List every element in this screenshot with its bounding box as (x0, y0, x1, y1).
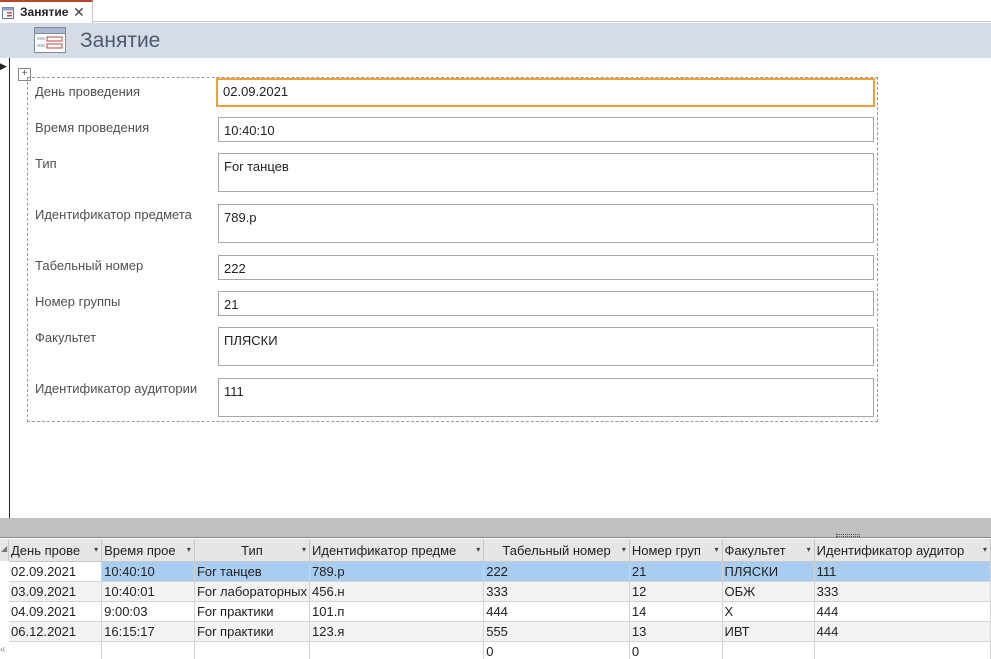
table-cell[interactable]: 789.р (309, 561, 485, 582)
table-cell[interactable]: 444 (814, 621, 991, 642)
vremya-provedeniya-field[interactable]: 10:40:10 (218, 117, 874, 142)
column-header-tabelnyi-nomer[interactable]: Табельный номер ▾ (483, 539, 630, 562)
select-all-corner[interactable]: ◢ (0, 539, 9, 561)
table-row[interactable]: 06.12.2021 16:15:17 For практики 123.я 5… (9, 621, 991, 642)
table-cell[interactable]: 555 (483, 621, 630, 642)
table-cell[interactable]: ОБЖ (722, 581, 815, 602)
table-cell[interactable]: 0 (629, 641, 723, 659)
label-fakultet: Факультет (35, 330, 97, 345)
table-cell[interactable]: 333 (483, 581, 630, 602)
split-form-divider[interactable] (0, 518, 991, 538)
column-header-fakultet[interactable]: Факультет ▾ (722, 539, 815, 562)
column-header-vremya[interactable]: Время прое ▾ (101, 539, 195, 562)
label-tabelnyi-nomer: Табельный номер (35, 258, 144, 273)
nomer-gruppy-field[interactable]: 21 (218, 291, 874, 316)
den-provedeniya-field[interactable]: 02.09.2021 (216, 78, 875, 107)
column-header-identifikator-auditorii[interactable]: Идентификатор аудитор ▾ (814, 539, 991, 562)
table-cell[interactable]: 444 (483, 601, 630, 622)
datasheet-view: ◢ День прове ▾ Время прое ▾ Тип ▾ Идентифик… (0, 539, 991, 659)
tab-label: Занятие (20, 5, 69, 19)
corner-triangle-icon: ◢ (1, 544, 8, 553)
table-cell[interactable]: For лабораторных (194, 581, 311, 602)
table-cell[interactable]: For практики (194, 601, 311, 622)
document-tab-strip: Занятие ✕ (0, 0, 991, 23)
table-cell[interactable]: 21 (629, 561, 723, 582)
table-cell[interactable] (814, 641, 991, 659)
table-cell[interactable]: 333 (814, 581, 991, 602)
label-den-provedeniya: День проведения (35, 84, 141, 99)
close-icon[interactable]: ✕ (73, 4, 85, 20)
tip-field[interactable]: For танцев (218, 153, 874, 192)
table-cell[interactable]: 04.09.2021 (9, 601, 103, 622)
identifikator-auditorii-field[interactable]: 111 (218, 378, 874, 417)
table-cell[interactable] (309, 641, 485, 659)
table-cell[interactable]: 101.п (309, 601, 485, 622)
access-window: Занятие ✕ Занятие ▶ + День проведения 02… (0, 0, 991, 659)
table-row[interactable]: 03.09.2021 10:40:01 For лабораторных 456… (9, 581, 991, 602)
table-cell[interactable]: For танцев (194, 561, 311, 582)
table-cell[interactable]: 10:40:01 (101, 581, 195, 602)
table-cell[interactable] (722, 641, 815, 659)
table-cell[interactable]: For практики (194, 621, 311, 642)
label-vremya-provedeniya: Время проведения (35, 120, 150, 135)
table-cell[interactable]: 9:00:03 (101, 601, 195, 622)
column-header-den[interactable]: День прове ▾ (9, 539, 103, 562)
table-row[interactable]: 02.09.2021 10:40:10 For танцев 789.р 222… (9, 561, 991, 582)
table-cell[interactable] (101, 641, 195, 659)
table-cell[interactable]: 16:15:17 (101, 621, 195, 642)
dropdown-arrow-icon[interactable]: ▾ (187, 545, 191, 554)
dropdown-arrow-icon[interactable]: ▾ (807, 545, 811, 554)
column-header-nomer-gruppy[interactable]: Номер груп ▾ (629, 539, 723, 562)
column-header-tip[interactable]: Тип ▾ (194, 539, 311, 562)
table-cell[interactable]: Х (722, 601, 815, 622)
page-title: Занятие (80, 29, 161, 52)
table-cell[interactable]: 14 (629, 601, 723, 622)
splitter-grip-icon[interactable] (836, 534, 860, 537)
dropdown-arrow-icon[interactable]: ▾ (622, 545, 626, 554)
label-tip: Тип (35, 156, 57, 171)
table-cell[interactable]: 02.09.2021 (9, 561, 103, 582)
dropdown-arrow-icon[interactable]: ▾ (94, 545, 98, 554)
label-nomer-gruppy: Номер группы (35, 294, 121, 309)
tabelnyi-nomer-field[interactable]: 222 (218, 255, 874, 280)
table-cell[interactable]: 10:40:10 (101, 561, 195, 582)
form-icon (34, 27, 66, 53)
dropdown-arrow-icon[interactable]: ▾ (983, 545, 987, 554)
current-record-arrow-icon: ▶ (0, 61, 7, 71)
table-cell[interactable]: 444 (814, 601, 991, 622)
table-cell[interactable]: 0 (483, 641, 630, 659)
dropdown-arrow-icon[interactable]: ▾ (476, 545, 480, 554)
form-icon (2, 7, 14, 19)
tab-zanyatie[interactable]: Занятие ✕ (0, 0, 93, 23)
table-cell[interactable]: 03.09.2021 (9, 581, 103, 602)
table-row[interactable]: 04.09.2021 9:00:03 For практики 101.п 44… (9, 601, 991, 622)
label-identifikator-predmeta: Идентификатор предмета (35, 207, 192, 222)
datasheet-table: День прове ▾ Время прое ▾ Тип ▾ Идентификат… (9, 539, 991, 659)
header-row: День прове ▾ Время прое ▾ Тип ▾ Идентификат… (9, 539, 991, 562)
table-cell[interactable]: 123.я (309, 621, 485, 642)
table-cell[interactable]: 12 (629, 581, 723, 602)
table-cell[interactable]: 222 (483, 561, 630, 582)
dropdown-arrow-icon[interactable]: ▾ (302, 545, 306, 554)
fakultet-field[interactable]: ПЛЯСКИ (218, 327, 874, 366)
column-header-identifikator-predmeta[interactable]: Идентификатор предме ▾ (309, 539, 485, 562)
table-cell[interactable]: ИВТ (722, 621, 815, 642)
table-cell[interactable]: ПЛЯСКИ (722, 561, 815, 582)
table-cell[interactable] (9, 641, 103, 659)
identifikator-predmeta-field[interactable]: 789.р (218, 204, 874, 243)
table-cell[interactable]: 111 (814, 561, 991, 582)
scroll-left-icon[interactable]: « (0, 644, 6, 655)
new-record-row[interactable]: 0 0 (9, 641, 991, 659)
record-selector[interactable]: ▶ (0, 58, 10, 518)
table-cell[interactable] (194, 641, 311, 659)
table-cell[interactable]: 456.н (309, 581, 485, 602)
table-cell[interactable]: 13 (629, 621, 723, 642)
dropdown-arrow-icon[interactable]: ▾ (715, 545, 719, 554)
table-cell[interactable]: 06.12.2021 (9, 621, 103, 642)
label-identifikator-auditorii: Идентификатор аудитории (35, 381, 198, 396)
form-header: Занятие (0, 23, 991, 58)
